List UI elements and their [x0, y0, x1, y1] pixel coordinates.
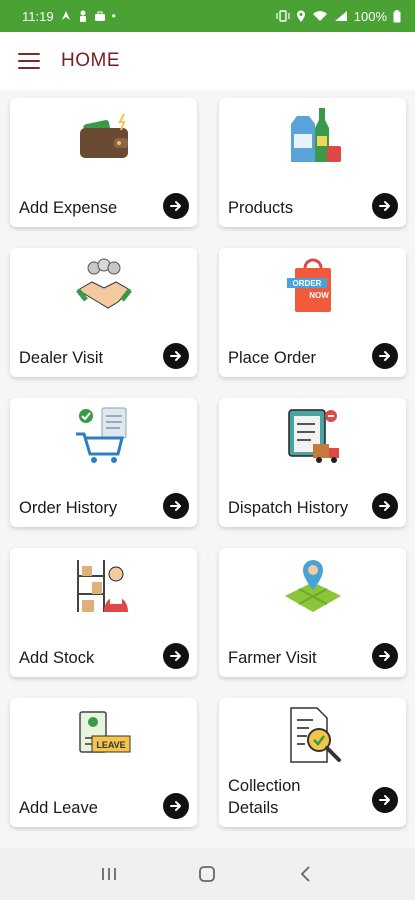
- tile-order-history[interactable]: Order History: [10, 398, 197, 527]
- arrow-right-icon[interactable]: [372, 787, 398, 813]
- document-search-icon: [289, 707, 341, 763]
- tile-label: Place Order: [228, 349, 317, 367]
- tile-collection-details[interactable]: Collection Details: [219, 698, 406, 827]
- leave-text: LEAVE: [96, 740, 125, 750]
- tile-farmer-visit[interactable]: Farmer Visit: [219, 548, 406, 677]
- wallet-icon: [79, 113, 128, 158]
- grocery-products-icon: [290, 108, 341, 162]
- arrow-right-icon[interactable]: [163, 343, 189, 369]
- page-title: HOME: [61, 50, 120, 71]
- tile-label: Products: [228, 199, 294, 217]
- bag-icon: [94, 11, 105, 21]
- tile-label: Add Stock: [19, 649, 95, 667]
- dot-icon: •: [111, 9, 116, 23]
- tile-label: Order History: [19, 499, 118, 517]
- arrow-right-icon[interactable]: [372, 493, 398, 519]
- home-grid: Add Expense Products Dealer Visit ORDER …: [10, 98, 406, 827]
- status-bar: 11:19 • 100%: [0, 0, 415, 32]
- handshake-icon: [75, 258, 132, 309]
- arrow-right-icon[interactable]: [372, 193, 398, 219]
- tile-label: Add Expense: [19, 199, 118, 217]
- wifi-icon: [312, 11, 327, 21]
- tile-label: Dealer Visit: [19, 349, 104, 367]
- vibrate-icon: [276, 10, 290, 22]
- tile-label: Dispatch History: [228, 499, 349, 517]
- leave-id-card-icon: LEAVE: [78, 711, 130, 753]
- battery-icon: [393, 9, 401, 22]
- tile-add-leave[interactable]: LEAVE Add Leave: [10, 698, 197, 827]
- clipboard-truck-icon: [287, 409, 339, 463]
- arrow-right-icon[interactable]: [163, 793, 189, 819]
- tile-add-expense[interactable]: Add Expense: [10, 98, 197, 227]
- arrow-right-icon[interactable]: [163, 193, 189, 219]
- recent-apps-icon[interactable]: [89, 854, 129, 894]
- tile-label: Add Leave: [19, 799, 98, 817]
- status-time: 11:19: [22, 8, 54, 24]
- app-bar: HOME: [0, 32, 415, 90]
- tile-add-stock[interactable]: Add Stock: [10, 548, 197, 677]
- tile-label: Collection Details: [228, 777, 301, 817]
- person-icon: [79, 10, 86, 22]
- battery-percent: 100%: [353, 8, 387, 24]
- system-nav-bar: [0, 848, 415, 900]
- hamburger-menu-icon[interactable]: [18, 53, 40, 69]
- now-text: NOW: [309, 291, 329, 300]
- stock-shelf-person-icon: [76, 560, 128, 612]
- tile-dealer-visit[interactable]: Dealer Visit: [10, 248, 197, 377]
- tile-dispatch-history[interactable]: Dispatch History: [219, 398, 406, 527]
- tile-label: Farmer Visit: [228, 649, 317, 667]
- arrow-right-icon[interactable]: [163, 493, 189, 519]
- arrow-right-icon[interactable]: [372, 643, 398, 669]
- location-icon: [296, 10, 305, 22]
- order-now-bag-icon: ORDER NOW: [286, 258, 331, 312]
- cart-checklist-icon: [75, 407, 126, 463]
- back-icon[interactable]: [286, 854, 326, 894]
- order-text: ORDER: [292, 279, 321, 288]
- field-map-pin-icon: [284, 560, 341, 612]
- tile-place-order[interactable]: ORDER NOW Place Order: [219, 248, 406, 377]
- arrow-right-icon[interactable]: [163, 643, 189, 669]
- tile-products[interactable]: Products: [219, 98, 406, 227]
- home-icon[interactable]: [187, 854, 227, 894]
- arrow-right-icon[interactable]: [372, 343, 398, 369]
- signal-icon: [334, 11, 347, 21]
- navigation-icon: [61, 11, 70, 20]
